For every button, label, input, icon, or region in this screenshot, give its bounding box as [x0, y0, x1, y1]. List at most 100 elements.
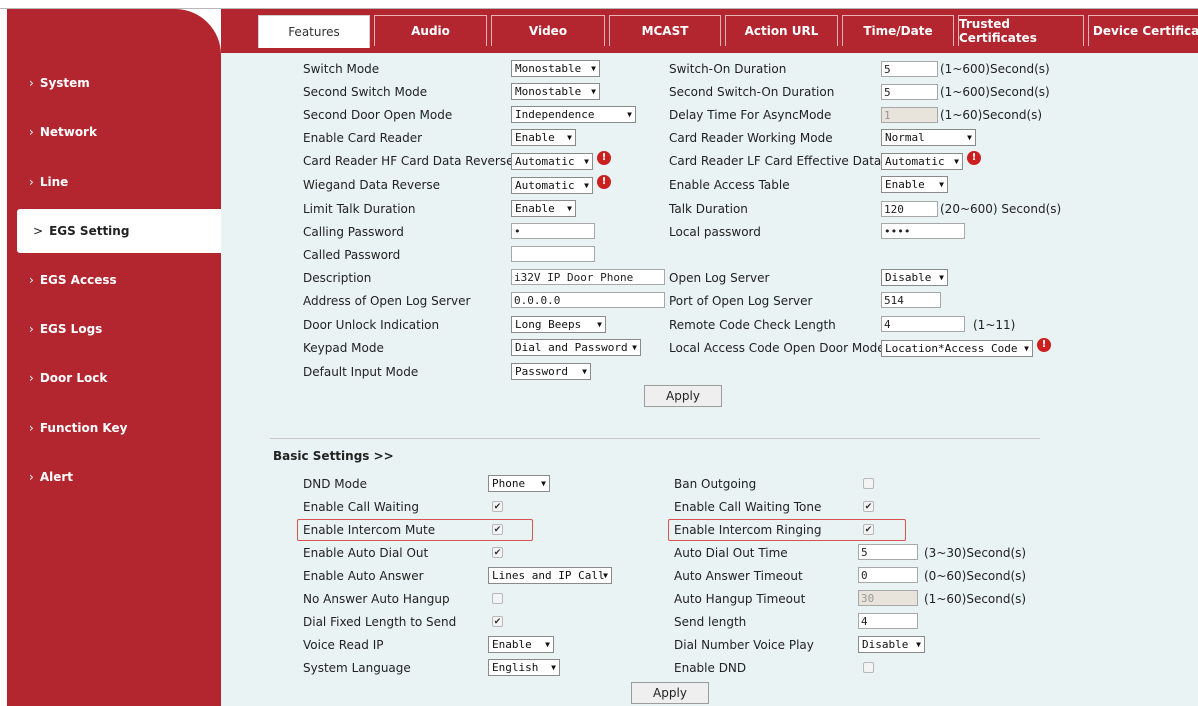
card-reader-hf-reverse-select[interactable]: Automatic ▼ — [511, 153, 593, 170]
tab-time-date[interactable]: Time/Date — [842, 15, 954, 46]
tab-device-certificate[interactable]: Device Certificate — [1088, 15, 1198, 46]
enable-auto-dial-out-checkbox[interactable]: ✔ — [492, 547, 503, 558]
features-apply-button[interactable]: Apply — [644, 385, 722, 407]
tab-trusted-certificates[interactable]: Trusted Certificates — [958, 15, 1084, 46]
switch-on-duration-hint: (1~600)Second(s) — [940, 62, 1050, 76]
sidebar-item-network[interactable]: › Network — [7, 110, 221, 154]
delay-time-async-label: Delay Time For AsyncMode — [669, 108, 832, 122]
sidebar-item-line[interactable]: › Line — [7, 160, 221, 204]
second-switch-mode-select[interactable]: Monostable ▼ — [511, 83, 600, 100]
enable-card-reader-select[interactable]: Enable ▼ — [511, 129, 576, 146]
system-language-label: System Language — [303, 661, 411, 675]
chevron-right-icon: › — [29, 470, 34, 484]
limit-talk-duration-select[interactable]: Enable ▼ — [511, 200, 576, 217]
local-access-code-mode-select[interactable]: Location*Access Code ▼ — [881, 340, 1033, 357]
wiegand-data-reverse-select[interactable]: Automatic ▼ — [511, 177, 593, 194]
chevron-right-icon: › — [29, 322, 34, 336]
sidebar-item-system[interactable]: › System — [7, 61, 221, 105]
dropdown-arrow-icon: ▼ — [939, 180, 944, 189]
second-switch-on-duration-input[interactable]: 5 — [881, 84, 938, 100]
basic-settings-heading[interactable]: Basic Settings >> — [273, 449, 394, 463]
tab-video[interactable]: Video — [491, 15, 605, 46]
talk-duration-input[interactable]: 120 — [881, 201, 938, 217]
open-log-server-port-label: Port of Open Log Server — [669, 294, 813, 308]
local-password-label: Local password — [669, 225, 761, 239]
sidebar-item-egs-setting[interactable]: > EGS Setting — [17, 209, 221, 253]
select-value: Enable — [885, 178, 925, 191]
remote-code-check-length-label: Remote Code Check Length — [669, 318, 836, 332]
sidebar-item-egs-access[interactable]: › EGS Access — [7, 258, 221, 302]
basic-apply-button[interactable]: Apply — [631, 682, 709, 704]
dropdown-arrow-icon: ▼ — [567, 204, 572, 213]
sidebar: › System › Network › Line > EGS Setting › EGS… — [7, 9, 221, 706]
dropdown-arrow-icon: ▼ — [597, 320, 602, 329]
dropdown-arrow-icon: ▼ — [591, 87, 596, 96]
calling-password-input[interactable]: • — [511, 223, 595, 239]
warning-icon[interactable]: ! — [597, 151, 611, 165]
enable-intercom-ringing-checkbox[interactable]: ✔ — [863, 524, 874, 535]
door-unlock-indication-label: Door Unlock Indication — [303, 318, 440, 332]
enable-call-waiting-tone-checkbox[interactable]: ✔ — [863, 501, 874, 512]
enable-auto-dial-out-label: Enable Auto Dial Out — [303, 546, 429, 560]
voice-read-ip-select[interactable]: Enable ▼ — [488, 636, 554, 653]
card-reader-working-mode-select[interactable]: Normal ▼ — [881, 129, 976, 146]
enable-access-table-select[interactable]: Enable ▼ — [881, 176, 948, 193]
enable-auto-answer-select[interactable]: Lines and IP Call ▼ — [488, 567, 612, 584]
enable-intercom-mute-checkbox[interactable]: ✔ — [492, 524, 503, 535]
enable-dnd-checkbox[interactable] — [863, 662, 874, 673]
remote-code-check-length-input[interactable]: 4 — [881, 316, 965, 332]
sidebar-item-alert[interactable]: › Alert — [7, 455, 221, 499]
description-input[interactable]: i32V IP Door Phone — [511, 269, 665, 285]
enable-call-waiting-checkbox[interactable]: ✔ — [492, 501, 503, 512]
send-length-input[interactable]: 4 — [858, 613, 918, 629]
auto-answer-timeout-input[interactable]: 0 — [858, 567, 918, 583]
switch-mode-label: Switch Mode — [303, 62, 380, 76]
warning-icon[interactable]: ! — [967, 151, 981, 165]
dial-fixed-length-checkbox[interactable]: ✔ — [492, 616, 503, 627]
tab-audio[interactable]: Audio — [374, 15, 487, 46]
default-input-mode-select[interactable]: Password ▼ — [511, 363, 591, 380]
dropdown-arrow-icon: ▼ — [632, 343, 637, 352]
voice-read-ip-label: Voice Read IP — [303, 638, 384, 652]
keypad-mode-select[interactable]: Dial and Password ▼ — [511, 339, 641, 356]
door-unlock-indication-select[interactable]: Long Beeps ▼ — [511, 316, 606, 333]
dropdown-arrow-icon: ▼ — [939, 273, 944, 282]
switch-on-duration-input[interactable]: 5 — [881, 61, 938, 77]
select-value: Password — [515, 365, 568, 378]
chevron-right-icon: › — [29, 76, 34, 90]
no-answer-auto-hangup-label: No Answer Auto Hangup — [303, 592, 450, 606]
dial-number-voice-play-label: Dial Number Voice Play — [674, 638, 814, 652]
dropdown-arrow-icon: ▼ — [954, 157, 959, 166]
tab-mcast[interactable]: MCAST — [609, 15, 721, 46]
local-password-input[interactable]: •••• — [881, 223, 965, 239]
select-value: Automatic — [515, 179, 575, 192]
second-door-open-mode-select[interactable]: Independence ▼ — [511, 106, 636, 123]
sidebar-item-egs-logs[interactable]: › EGS Logs — [7, 307, 221, 351]
card-reader-lf-effective-select[interactable]: Automatic ▼ — [881, 153, 963, 170]
sidebar-item-door-lock[interactable]: › Door Lock — [7, 356, 221, 400]
delay-time-async-input[interactable]: 1 — [881, 107, 938, 123]
auto-hangup-timeout-input[interactable]: 30 — [858, 590, 918, 606]
select-value: Location*Access Code — [885, 342, 1018, 355]
warning-icon[interactable]: ! — [597, 175, 611, 189]
ban-outgoing-checkbox[interactable] — [863, 478, 874, 489]
dropdown-arrow-icon: ▼ — [541, 479, 546, 488]
warning-icon[interactable]: ! — [1037, 338, 1051, 352]
no-answer-auto-hangup-checkbox[interactable] — [492, 593, 503, 604]
chevron-right-icon: › — [29, 175, 34, 189]
auto-dial-out-time-input[interactable]: 5 — [858, 544, 918, 560]
tab-features[interactable]: Features — [258, 15, 370, 48]
tab-action-url[interactable]: Action URL — [725, 15, 838, 46]
sidebar-item-label: Alert — [39, 470, 74, 484]
system-language-select[interactable]: English ▼ — [488, 659, 560, 676]
sidebar-item-function-key[interactable]: › Function Key — [7, 406, 221, 450]
open-log-server-address-input[interactable]: 0.0.0.0 — [511, 292, 665, 308]
second-switch-on-duration-label: Second Switch-On Duration — [669, 85, 835, 99]
switch-mode-select[interactable]: Monostable ▼ — [511, 60, 600, 77]
open-log-server-select[interactable]: Disable ▼ — [881, 269, 948, 286]
called-password-input[interactable] — [511, 246, 595, 262]
open-log-server-port-input[interactable]: 514 — [881, 292, 941, 308]
dnd-mode-select[interactable]: Phone ▼ — [488, 475, 550, 492]
select-value: Disable — [862, 638, 909, 651]
dial-number-voice-play-select[interactable]: Disable ▼ — [858, 636, 925, 653]
